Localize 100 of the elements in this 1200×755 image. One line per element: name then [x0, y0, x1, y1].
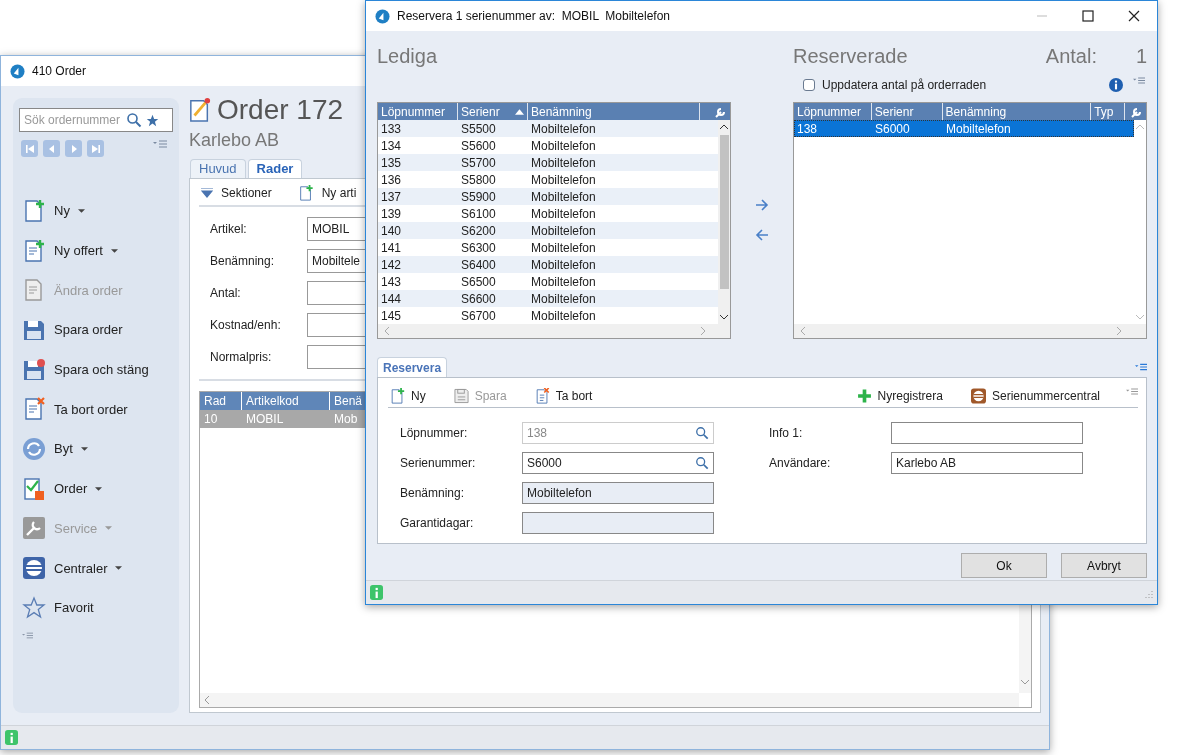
search-icon[interactable]: [126, 112, 142, 128]
scrollbar[interactable]: [378, 324, 730, 338]
action-item[interactable]: Ny offert: [19, 236, 173, 265]
action-item[interactable]: Favorit: [19, 593, 173, 622]
toolbar-button[interactable]: Ny: [388, 384, 428, 407]
dialog-button[interactable]: Ok: [961, 553, 1047, 578]
menu-icon[interactable]: [153, 139, 167, 148]
action-label: Centraler: [54, 560, 108, 576]
table-row[interactable]: 134 S5600 Mobiltelefon: [378, 137, 718, 154]
table-cell-text: Mobiltelefon: [530, 308, 597, 323]
tab[interactable]: Huvud: [190, 159, 246, 178]
table-cell-text: Mobiltelefon: [530, 240, 597, 255]
table-cell-text: Mobiltelefon: [530, 155, 597, 170]
table-cell-text: 142: [380, 257, 403, 272]
scrollbar[interactable]: [718, 120, 730, 324]
new-article-button[interactable]: Ny arti: [297, 185, 357, 201]
chevron-left-icon[interactable]: [384, 327, 389, 335]
action-label: Ny: [54, 203, 70, 219]
table-cell-text: Mob: [333, 411, 359, 428]
table-row[interactable]: 139 S6100 Mobiltelefon: [378, 205, 718, 222]
table-cell-text: Mobiltelefon: [530, 257, 597, 272]
action-label: Favorit: [54, 600, 94, 616]
table-row[interactable]: 142 S6400 Mobiltelefon: [378, 256, 718, 273]
action-item[interactable]: Ny: [19, 197, 173, 225]
last-button[interactable]: [87, 140, 104, 157]
action-label: Service: [54, 520, 98, 536]
menu-icon[interactable]: [1135, 363, 1147, 371]
table-row[interactable]: 141 S6300 Mobiltelefon: [378, 239, 718, 256]
action-item[interactable]: Byt: [19, 435, 173, 463]
table-row[interactable]: 138 S6000 Mobiltelefon: [794, 120, 1134, 137]
input-field[interactable]: Mobiltelefon: [522, 482, 714, 504]
table-cell-text: 137: [380, 189, 403, 204]
table-row[interactable]: 136 S5800 Mobiltelefon: [378, 171, 718, 188]
field-label: Löpnummer:: [400, 426, 469, 440]
table-cell-text: Mobiltelefon: [530, 274, 597, 289]
table-cell-text: S5600: [460, 138, 497, 153]
table-cell-text: 141: [380, 240, 403, 255]
chevron-down-icon[interactable]: [720, 315, 728, 320]
action-label: Ändra order: [54, 282, 123, 298]
table-cell-text: S5500: [460, 121, 497, 136]
first-button[interactable]: [21, 140, 38, 157]
star-icon[interactable]: [146, 113, 159, 127]
maximize-icon[interactable]: [1082, 10, 1094, 22]
table-row[interactable]: 140 S6200 Mobiltelefon: [378, 222, 718, 239]
action-item[interactable]: Ta bort order: [19, 395, 173, 424]
table-row[interactable]: 145 S6700 Mobiltelefon: [378, 307, 718, 324]
arrow-right-icon[interactable]: [755, 199, 769, 211]
menu-icon[interactable]: [1133, 77, 1145, 84]
input-field[interactable]: [522, 512, 714, 534]
chevron-up-icon[interactable]: [720, 124, 728, 129]
info-icon[interactable]: [1109, 77, 1123, 92]
menu-icon[interactable]: [1126, 388, 1138, 395]
table-cell-text: S6200: [460, 223, 497, 238]
table-row[interactable]: 137 S5900 Mobiltelefon: [378, 188, 718, 205]
scrollbar[interactable]: [794, 324, 1146, 338]
wrench-icon[interactable]: [1131, 105, 1143, 118]
scrollbar-thumb[interactable]: [719, 135, 729, 289]
tab[interactable]: Reservera: [377, 357, 448, 377]
field-label: Användare:: [769, 456, 832, 470]
document-icon: [22, 397, 46, 422]
input-field[interactable]: Karlebo AB: [891, 452, 1083, 474]
table-row[interactable]: 143 S6500 Mobiltelefon: [378, 273, 718, 290]
table-cell-text: S6000: [874, 121, 911, 136]
chevron-right-icon[interactable]: [701, 327, 706, 335]
serial-central-button[interactable]: Serienummercentral: [968, 384, 1102, 407]
input-field[interactable]: S6000: [522, 452, 714, 474]
input-field[interactable]: [891, 422, 1083, 444]
action-item[interactable]: Order: [19, 474, 173, 503]
document-icon: [22, 198, 46, 223]
action-item[interactable]: Centraler: [19, 554, 173, 582]
previous-button[interactable]: [43, 140, 60, 157]
dialog-button[interactable]: Avbryt: [1061, 553, 1147, 578]
register-new-button[interactable]: Nyregistrera: [854, 384, 945, 407]
central-icon: [22, 556, 46, 581]
arrow-left-icon[interactable]: [755, 229, 769, 241]
scrollbar[interactable]: [200, 693, 1019, 707]
table-cell-text: S5800: [460, 172, 497, 187]
field-label: Info 1:: [769, 426, 804, 440]
search-icon[interactable]: [695, 456, 709, 470]
star-icon: [22, 595, 46, 620]
app-logo-icon: [10, 63, 25, 79]
action-label: Order: [54, 481, 88, 497]
toolbar-button[interactable]: Ta bort: [532, 384, 595, 407]
table-row[interactable]: 135 S5700 Mobiltelefon: [378, 154, 718, 171]
chevron-left-icon[interactable]: [800, 327, 805, 335]
menu-icon[interactable]: [22, 631, 33, 639]
chevron-left-icon[interactable]: [204, 696, 209, 704]
action-item[interactable]: Spara och stäng: [19, 355, 173, 384]
table-cell-text: 144: [380, 291, 403, 306]
action-item[interactable]: Spara order: [19, 316, 173, 344]
tab[interactable]: Rader: [247, 159, 303, 178]
sections-button[interactable]: Sektioner: [201, 186, 272, 200]
chevron-right-icon[interactable]: [1117, 327, 1122, 335]
table-cell-text: 135: [380, 155, 403, 170]
next-button[interactable]: [65, 140, 82, 157]
close-icon[interactable]: [1128, 10, 1140, 22]
wrench-icon[interactable]: [715, 105, 727, 118]
table-row[interactable]: 133 S5500 Mobiltelefon: [378, 120, 718, 137]
table-row[interactable]: 144 S6600 Mobiltelefon: [378, 290, 718, 307]
checkbox[interactable]: [803, 78, 815, 91]
